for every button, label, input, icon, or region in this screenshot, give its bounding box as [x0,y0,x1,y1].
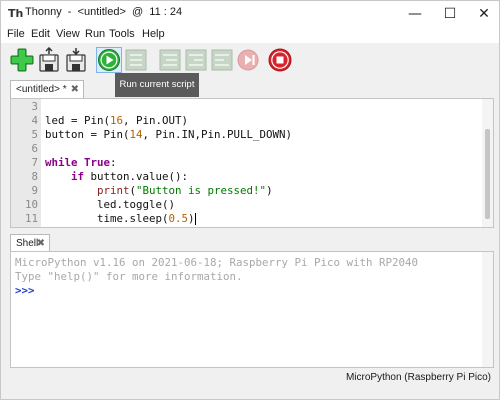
toolbar [1,43,499,77]
open-file-icon [39,46,59,72]
code-line: 7 while True: [11,156,481,170]
shell-console[interactable]: MicroPython v1.16 on 2021-06-18; Raspber… [10,251,494,368]
resume-button [235,47,261,73]
debug-icon [125,49,147,71]
editor-tabstrip: <untitled> * ✖ [7,79,495,99]
shell-help-hint: Type "help()" for more information. [15,270,243,283]
step-into-icon [185,49,207,71]
line-number: 8 [31,170,38,183]
code-editor[interactable]: 3 4 led = Pin(16, Pin.OUT) 5 button = Pin(14… [10,98,494,228]
tab-shell[interactable]: Shell ✖ [10,234,50,252]
shell-prompt: >>> [15,284,35,297]
line-number: 9 [31,184,38,197]
interpreter-status[interactable]: MicroPython (Raspberry Pi Pico) [346,372,491,383]
code-text: led = Pin(16, Pin.OUT) [45,114,189,127]
code-line: 9 print("Button is pressed!") [11,184,481,198]
shell-tabstrip: Shell ✖ [7,232,495,252]
line-number: 3 [31,100,38,113]
code-line: 5 button = Pin(14, Pin.IN,Pin.PULL_DOWN) [11,128,481,142]
menu-run[interactable]: Run [85,28,105,40]
code-text: time.sleep(0.5) [45,212,196,225]
close-window-button[interactable]: ✕ [467,1,500,27]
save-icon [66,48,86,72]
code-line: 4 led = Pin(16, Pin.OUT) [11,114,481,128]
line-number: 11 [24,212,38,225]
menu-view[interactable]: View [56,28,80,40]
menu-bar: File Edit View Run Tools Help [1,27,499,43]
tab-label: <untitled> * [16,84,67,95]
shell-scrollbar[interactable] [482,252,493,367]
step-out-icon [211,49,233,71]
new-file-button[interactable] [9,47,35,73]
shell-banner: MicroPython v1.16 on 2021-06-18; Raspber… [15,256,419,269]
line-number: 6 [31,142,38,155]
menu-tools[interactable]: Tools [109,28,135,40]
run-tooltip: Run current script [115,73,199,97]
text-cursor [194,213,196,225]
step-over-button [157,47,183,73]
code-text: led.toggle() [45,198,176,211]
menu-edit[interactable]: Edit [31,28,50,40]
window-title: Thonny - <untitled> @ 11 : 24 [25,6,183,18]
stop-button[interactable] [267,47,293,73]
code-text: button = Pin(14, Pin.IN,Pin.PULL_DOWN) [45,128,293,141]
title-bar: Th Thonny - <untitled> @ 11 : 24 — ☐ ✕ [1,1,499,27]
maximize-button[interactable]: ☐ [433,1,467,27]
run-play-icon [98,49,120,71]
save-file-button[interactable] [63,47,89,73]
open-file-button[interactable] [36,46,62,73]
thonny-logo-icon: Th [8,7,24,20]
plus-icon [10,48,34,72]
tab-untitled[interactable]: <untitled> * ✖ [10,80,84,98]
thonny-window: Th Thonny - <untitled> @ 11 : 24 — ☐ ✕ F… [0,0,500,400]
code-line: 10 led.toggle() [11,198,481,212]
run-script-button[interactable] [96,47,122,73]
shell-tab-close-icon[interactable]: ✖ [37,235,45,252]
resume-icon [237,49,259,71]
line-number: 10 [24,198,38,211]
step-into-button [183,47,209,73]
code-line: 3 [11,100,481,114]
code-line: 8 if button.value(): [11,170,481,184]
code-text: if button.value(): [71,170,189,183]
step-over-icon [159,49,181,71]
status-bar: MicroPython (Raspberry Pi Pico) [1,369,499,387]
code-text: while True: [45,156,117,169]
menu-help[interactable]: Help [142,28,165,40]
menu-file[interactable]: File [7,28,25,40]
line-number: 5 [31,128,38,141]
stop-icon [268,48,292,72]
shell-tab-label: Shell [16,238,39,249]
code-text: print("Button is pressed!") [97,184,273,197]
line-number: 4 [31,114,38,127]
step-out-button [209,47,235,73]
code-line: 11 time.sleep(0.5) [11,212,481,226]
editor-scroll-thumb[interactable] [485,129,490,219]
code-line: 6 [11,142,481,156]
minimize-button[interactable]: — [398,1,432,27]
debug-script-button [123,47,149,73]
editor-scrollbar[interactable] [482,99,493,227]
line-number: 7 [31,156,38,169]
tab-close-icon[interactable]: ✖ [71,81,79,98]
